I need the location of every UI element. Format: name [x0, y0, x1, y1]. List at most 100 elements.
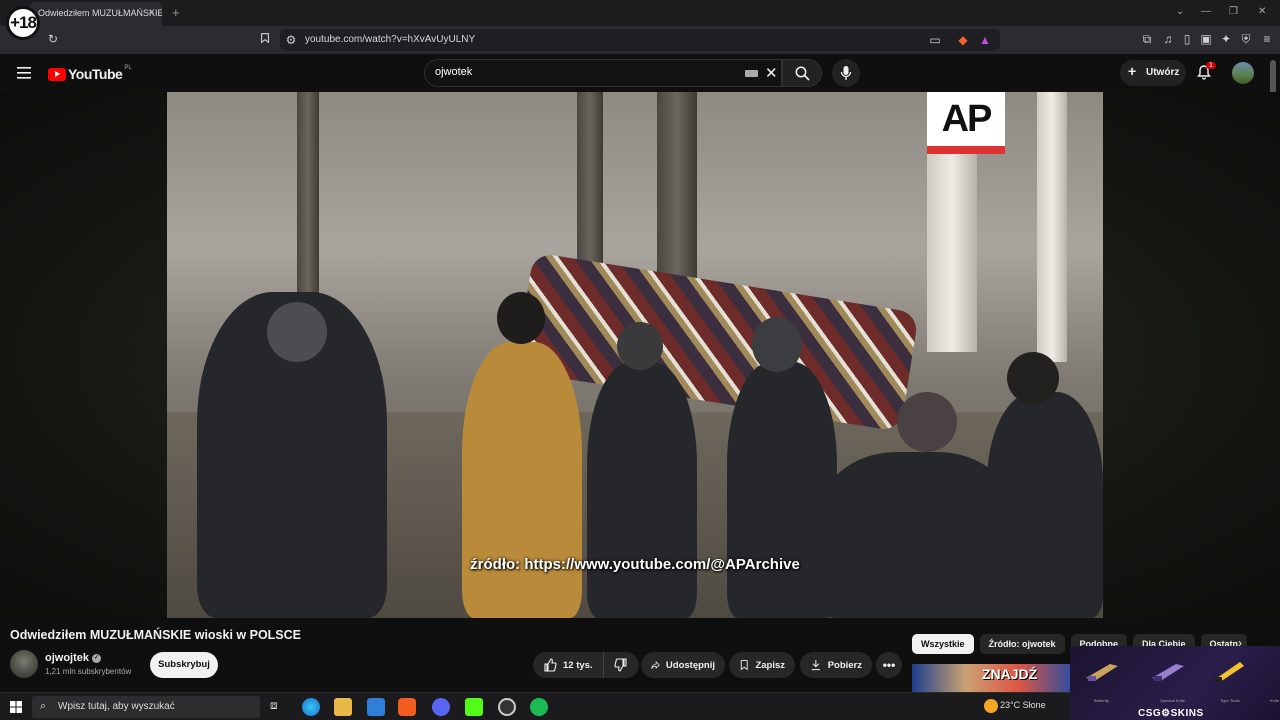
dislike-button[interactable]	[603, 652, 639, 678]
recommended-video-thumbnail[interactable]: ZNAJDŹ	[912, 664, 1072, 692]
ad-item-label: Spectral Knife	[1160, 698, 1185, 703]
video-title: Odwiedziłem MUZUŁMAŃSKIE wioski w POLSCE	[10, 628, 302, 642]
brave-browser-icon[interactable]	[398, 698, 416, 716]
weather-text: 23°C Słone	[1000, 700, 1046, 710]
thumbs-down-icon	[614, 658, 627, 672]
brave-shield-icon[interactable]: ◆	[956, 33, 970, 47]
create-button[interactable]: + Utwórz	[1120, 60, 1186, 86]
knife-skin-image	[1152, 664, 1184, 681]
tree-trunk	[657, 92, 697, 292]
share-label: Udostępnij	[665, 659, 715, 671]
person	[987, 392, 1103, 618]
subscriber-count: 1,21 mln subskrybentów	[45, 667, 132, 676]
more-icon: •••	[882, 658, 896, 672]
vpn-icon[interactable]: ⛨	[1239, 32, 1253, 46]
account-avatar[interactable]	[1232, 62, 1254, 84]
channel-name[interactable]: ojwojtek ✓	[45, 652, 102, 664]
share-icon	[651, 660, 660, 670]
sidebar-icon[interactable]: ▯	[1180, 32, 1194, 46]
discord-icon[interactable]	[432, 698, 450, 716]
like-count: 12 tys.	[563, 659, 593, 671]
task-view-icon[interactable]: ⧈	[270, 698, 288, 716]
browser-tab[interactable]: Odwiedziłem MUZUŁMAŃSKIE ×	[30, 2, 162, 26]
search-input[interactable]	[435, 66, 735, 78]
keyboard-icon[interactable]	[745, 70, 758, 77]
youtube-logo-text: YouTube	[68, 66, 123, 82]
person	[587, 362, 697, 618]
close-window-button[interactable]: ✕	[1258, 6, 1266, 17]
person-head	[752, 317, 802, 372]
chip-source[interactable]: Źródło: ojwotek	[979, 634, 1065, 654]
knife-skin-image	[1086, 664, 1118, 681]
subscribe-button[interactable]: Subskrybuj	[150, 652, 218, 678]
taskbar-search[interactable]: ⌕ Wpisz tutaj, aby wyszukać	[32, 696, 260, 718]
ad-item-label: Tiger Tooth	[1220, 698, 1240, 703]
notification-count-badge: 1	[1206, 62, 1216, 69]
like-button[interactable]: 12 tys.	[533, 652, 603, 678]
download-button[interactable]: Pobierz	[800, 652, 872, 678]
ap-watermark-text: AP	[941, 97, 993, 140]
hamburger-menu-icon[interactable]	[17, 66, 31, 84]
leo-ai-icon[interactable]: ✦	[1219, 32, 1233, 46]
save-bookmark-icon	[740, 660, 748, 671]
youtube-logo[interactable]: YouTube PL	[48, 65, 132, 82]
site-info-icon[interactable]: ⚙	[284, 33, 298, 47]
reload-icon[interactable]: ↻	[46, 32, 60, 46]
birch-trunk	[927, 132, 977, 352]
menu-icon[interactable]: ≡	[1260, 32, 1274, 46]
taskbar-search-placeholder: Wpisz tutaj, aby wyszukać	[58, 701, 175, 712]
person-head	[497, 292, 545, 344]
steam-icon[interactable]	[498, 698, 516, 716]
tab-list-icon[interactable]: ⌄	[1176, 6, 1184, 17]
more-actions-button[interactable]: •••	[876, 652, 902, 678]
age-18-badge: +18	[6, 6, 40, 40]
kick-icon[interactable]	[465, 698, 483, 716]
voice-search-button[interactable]	[832, 59, 860, 87]
browser-nav-bar: ↻ ⚙ youtube.com/watch?v=hXvAvUyULNY ▭ ◆ …	[0, 26, 1280, 54]
chip-all[interactable]: Wszystkie	[912, 634, 974, 654]
address-bar[interactable]: ⚙ youtube.com/watch?v=hXvAvUyULNY ▭ ◆ ▲	[280, 29, 1000, 51]
channel-name-text: ojwojtek	[45, 652, 90, 664]
save-button[interactable]: Zapisz	[729, 652, 795, 678]
cast-icon[interactable]: ▭	[928, 33, 942, 47]
birch-trunk	[1037, 92, 1067, 362]
maximize-button[interactable]: ❐	[1229, 6, 1238, 17]
browser-tab-bar: Odwiedziłem MUZUŁMAŃSKIE × + ⌄ — ❐ ✕	[0, 0, 1280, 26]
youtube-region: PL	[124, 65, 132, 71]
csgo-skins-ad[interactable]: Butterfly Spectral Knife Tiger Tooth Kni…	[1070, 646, 1280, 720]
ad-item-label: Butterfly	[1094, 698, 1109, 703]
edge-browser-icon[interactable]	[302, 698, 320, 716]
ad-brand: CSG⚙SKINS	[1138, 708, 1204, 719]
search-icon	[795, 66, 810, 81]
ap-watermark-logo: AP	[927, 92, 1005, 154]
extensions-icon[interactable]: ⧉	[1140, 32, 1154, 46]
new-tab-button[interactable]: +	[172, 5, 180, 20]
save-label: Zapisz	[755, 659, 785, 671]
knife-skin-image	[1214, 662, 1244, 682]
person-head	[897, 392, 957, 452]
channel-avatar[interactable]	[10, 650, 38, 678]
minimize-button[interactable]: —	[1201, 6, 1211, 17]
thumbnail-text: ZNAJDŹ	[982, 666, 1038, 682]
microphone-icon	[840, 66, 852, 80]
video-player[interactable]: AP źródło: https://www.youtube.com/@APAr…	[167, 92, 1103, 618]
search-button[interactable]	[782, 59, 822, 87]
bookmark-icon[interactable]	[258, 32, 272, 46]
search-icon: ⌕	[40, 700, 47, 712]
mail-icon[interactable]	[367, 698, 385, 716]
tab-close-icon[interactable]: ×	[149, 7, 155, 18]
share-button[interactable]: Udostępnij	[641, 652, 725, 678]
download-label: Pobierz	[827, 659, 862, 671]
music-icon[interactable]: ♫	[1161, 32, 1175, 46]
file-explorer-icon[interactable]	[334, 698, 352, 716]
video-caption: źródło: https://www.youtube.com/@APArchi…	[470, 556, 800, 573]
clear-search-icon[interactable]: ✕	[765, 64, 778, 82]
windows-start-icon[interactable]	[10, 701, 22, 713]
spotify-icon[interactable]	[530, 698, 548, 716]
wallet-icon[interactable]: ▣	[1199, 32, 1213, 46]
tree-trunk	[297, 92, 319, 302]
person-head	[617, 322, 663, 370]
rewards-icon[interactable]: ▲	[978, 33, 992, 47]
verified-icon: ✓	[92, 653, 102, 663]
youtube-header: YouTube PL ✕ + Utwórz 1	[0, 54, 1280, 92]
